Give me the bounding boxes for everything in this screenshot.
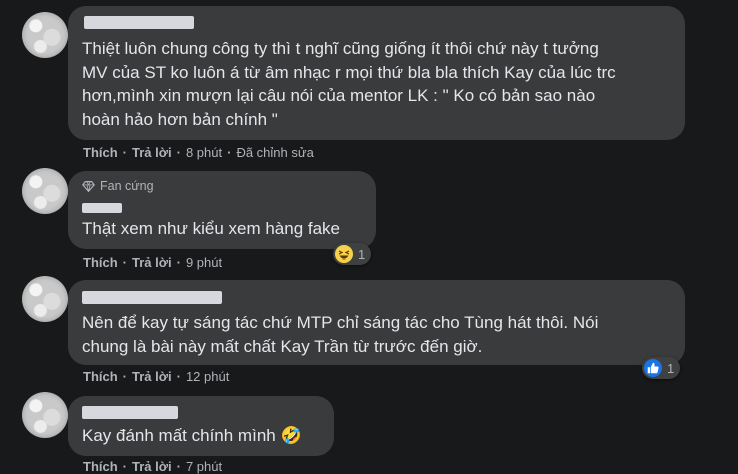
comment-text: Nên để kay tự sáng tác chứ MTP chỉ sáng …: [82, 311, 598, 358]
reply-link[interactable]: Trả lời: [132, 145, 172, 160]
timestamp[interactable]: 9 phút: [186, 255, 222, 270]
comment-line: Thiệt luôn chung công ty thì t nghĩ cũng…: [82, 39, 599, 58]
like-link[interactable]: Thích: [83, 459, 118, 474]
comment-line: hoàn hảo hơn bản chính ": [82, 109, 278, 129]
timestamp[interactable]: 12 phút: [186, 369, 229, 384]
comment-actions: Thích · Trả lời · 12 phút: [83, 369, 229, 384]
comment-text: Thiệt luôn chung công ty thì t nghĩ cũng…: [82, 37, 616, 131]
like-link[interactable]: Thích: [83, 369, 118, 384]
reaction-count: 1: [667, 360, 675, 376]
reply-link[interactable]: Trả lời: [132, 369, 172, 384]
like-link[interactable]: Thích: [83, 255, 118, 270]
avatar[interactable]: [22, 12, 68, 58]
author-name-redacted[interactable]: [82, 406, 178, 419]
comment-line: hơn,mình xin mượn lại câu nói của mentor…: [82, 86, 596, 105]
comment-bubble: Nên để kay tự sáng tác chứ MTP chỉ sáng …: [68, 280, 685, 365]
timestamp[interactable]: 8 phút: [186, 145, 222, 160]
diamond-icon: [82, 180, 95, 192]
comment-line: MV của ST ko luôn á từ âm nhạc r mọi thứ…: [82, 62, 616, 82]
comment-line: chung là bài này mất chất Kay Trần từ tr…: [82, 336, 483, 356]
author-name-redacted[interactable]: [82, 291, 222, 304]
timestamp[interactable]: 7 phút: [186, 459, 222, 474]
reply-link[interactable]: Trả lời: [132, 255, 172, 270]
separator-dot: ·: [176, 255, 181, 270]
comment-text: Kay đánh mất chính mình 🤣: [82, 424, 302, 448]
separator-dot: ·: [122, 255, 128, 270]
comment-actions: Thích · Trả lời · 7 phút: [83, 459, 222, 474]
comment-line: Thật xem như kiểu xem hàng fake: [82, 219, 341, 238]
reaction-count: 1: [358, 246, 366, 262]
edited-label: Đã chỉnh sửa: [236, 145, 314, 160]
badge-label: Fan cứng: [100, 179, 154, 193]
comment-text: Thật xem như kiểu xem hàng fake: [82, 217, 340, 241]
separator-dot: ·: [176, 459, 181, 474]
like-link[interactable]: Thích: [83, 145, 118, 160]
reaction-summary[interactable]: 1: [333, 243, 372, 265]
comment-bubble: Thiệt luôn chung công ty thì t nghĩ cũng…: [68, 6, 685, 140]
separator-dot: ·: [122, 369, 128, 384]
comment-actions: Thích · Trả lời · 8 phút · Đã chỉnh sửa: [83, 145, 314, 160]
author-name-redacted[interactable]: [84, 16, 194, 29]
reaction-summary[interactable]: 1: [642, 357, 681, 379]
fan-badge: Fan cứng: [82, 179, 154, 193]
comment-bubble: Fan cứng Thật xem như kiểu xem hàng fake: [68, 171, 376, 249]
avatar[interactable]: [22, 392, 68, 438]
separator-dot: ·: [122, 145, 128, 160]
like-thumb-icon: [644, 359, 662, 377]
comment-line: Nên để kay tự sáng tác chứ MTP chỉ sáng …: [82, 313, 599, 332]
reply-link[interactable]: Trả lời: [132, 459, 172, 474]
separator-dot: ·: [227, 145, 232, 160]
avatar[interactable]: [22, 168, 68, 214]
author-name-redacted[interactable]: [82, 203, 122, 213]
comment-line: Kay đánh mất chính mình 🤣: [82, 426, 302, 445]
avatar[interactable]: [22, 276, 68, 322]
comment-bubble: Kay đánh mất chính mình 🤣: [68, 396, 334, 456]
separator-dot: ·: [176, 145, 181, 160]
separator-dot: ·: [122, 459, 128, 474]
comment-actions: Thích · Trả lời · 9 phút: [83, 255, 222, 270]
haha-emoji-icon: [335, 245, 353, 263]
separator-dot: ·: [176, 369, 181, 384]
